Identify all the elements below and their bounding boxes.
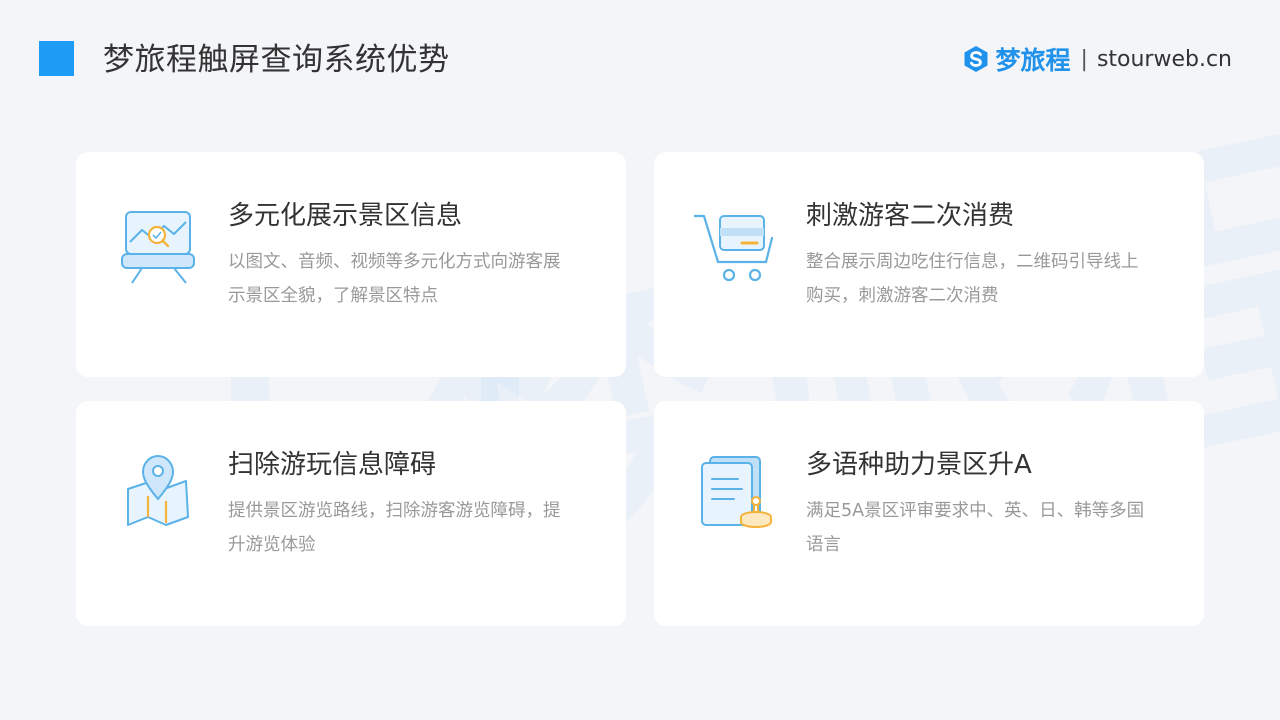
brand-name: 梦旅程	[995, 46, 1071, 75]
card-description: 以图文、音频、视频等多元化方式向游客展示景区全貌，了解景区特点	[228, 252, 561, 306]
brand-logo-icon	[964, 46, 987, 72]
card-title: 扫除游玩信息障碍	[228, 450, 437, 480]
title-accent-square	[39, 41, 74, 76]
card-title: 刺激游客二次消费	[806, 201, 1015, 231]
card-description: 满足5A景区评审要求中、英、日、韩等多国语言	[806, 501, 1145, 555]
card-description: 提供景区游览路线，扫除游客游览障碍，提升游览体验	[228, 501, 561, 555]
card-description: 整合展示周边吃住行信息，二维码引导线上购买，刺激游客二次消费	[806, 252, 1139, 306]
card-title: 多语种助力景区升A	[806, 450, 1032, 480]
brand: 梦旅程 | stourweb.cn	[962, 42, 1232, 76]
page-title: 梦旅程触屏查询系统优势	[103, 42, 450, 78]
brand-url: stourweb.cn	[1096, 46, 1232, 72]
map-pin-icon	[127, 454, 189, 526]
feature-card-barriers: 扫除游玩信息障碍 提供景区游览路线，扫除游客游览障碍，提升游览体验	[76, 401, 626, 626]
feature-card-consumption: 刺激游客二次消费 整合展示周边吃住行信息，二维码引导线上购买，刺激游客二次消费	[654, 152, 1204, 377]
brand-separator: |	[1080, 46, 1088, 72]
feature-card-multilingual: 多语种助力景区升A 满足5A景区评审要求中、英、日、韩等多国语言	[654, 401, 1204, 626]
monitor-chart-icon	[121, 211, 195, 284]
shopping-cart-icon	[694, 214, 774, 282]
card-title: 多元化展示景区信息	[228, 201, 463, 231]
feature-card-display: 多元化展示景区信息 以图文、音频、视频等多元化方式向游客展示景区全貌，了解景区特…	[76, 152, 626, 377]
document-stamp-icon	[701, 456, 772, 529]
